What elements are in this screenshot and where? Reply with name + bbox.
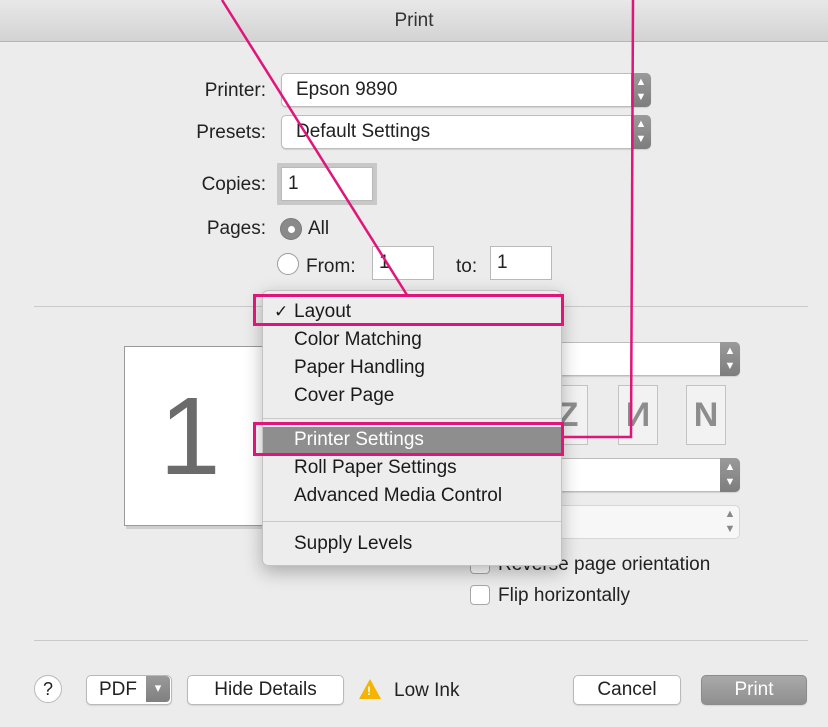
pages-all-label: All xyxy=(308,218,330,239)
printer-select[interactable]: Epson 9890 ▲ ▼ xyxy=(281,73,651,107)
pages-to-field[interactable]: 1 xyxy=(490,246,552,280)
menu-item-advanced-media-control[interactable]: Advanced Media Control xyxy=(263,483,561,509)
pages-from-radio[interactable] xyxy=(277,253,299,275)
menu-separator xyxy=(263,418,561,419)
print-button[interactable]: Print xyxy=(701,675,807,705)
help-button[interactable]: ? xyxy=(34,675,62,703)
updown-arrows-icon: ▲ ▼ xyxy=(631,115,651,149)
preview-page-number: 1 xyxy=(159,375,221,498)
presets-select[interactable]: Default Settings ▲ ▼ xyxy=(281,115,651,149)
layout-direction-s-icon[interactable]: И xyxy=(618,385,658,445)
pdf-label: PDF xyxy=(99,679,137,700)
menu-item-label: Cover Page xyxy=(294,385,395,406)
copies-field[interactable]: 1 xyxy=(281,167,373,201)
menu-item-label: Supply Levels xyxy=(294,533,413,554)
printer-settings-callout-box xyxy=(253,422,564,456)
pages-from-field[interactable]: 1 xyxy=(372,246,434,280)
pages-per-sheet-select[interactable]: ▲ ▼ xyxy=(540,342,740,376)
cancel-button[interactable]: Cancel xyxy=(573,675,681,705)
copies-label: Copies: xyxy=(201,174,266,195)
flip-horizontally-checkbox[interactable] xyxy=(470,585,490,605)
pages-label: Pages: xyxy=(206,218,266,239)
pages-from-label: From: xyxy=(306,256,356,277)
printer-label: Printer: xyxy=(204,80,266,101)
low-ink-label: Low Ink xyxy=(394,680,460,701)
window-title: Print xyxy=(0,0,828,42)
menu-item-label: Color Matching xyxy=(294,329,422,350)
pages-all-radio[interactable] xyxy=(280,218,302,240)
presets-value: Default Settings xyxy=(296,121,431,142)
updown-arrows-icon: ▲ ▼ xyxy=(720,458,740,492)
layout-callout-box xyxy=(253,294,564,326)
layout-direction-n-icon[interactable]: N xyxy=(686,385,726,445)
menu-item-cover-page[interactable]: Cover Page xyxy=(263,383,561,409)
menu-item-color-matching[interactable]: Color Matching xyxy=(263,327,561,353)
chevron-down-icon[interactable]: ▾ xyxy=(146,676,170,702)
menu-separator xyxy=(263,521,561,522)
border-select[interactable]: ▲ ▼ xyxy=(540,458,740,492)
flip-horizontally-label: Flip horizontally xyxy=(498,585,630,606)
menu-item-roll-paper-settings[interactable]: Roll Paper Settings xyxy=(263,455,561,481)
separator xyxy=(34,640,808,641)
pages-to-label: to: xyxy=(456,256,478,277)
menu-item-paper-handling[interactable]: Paper Handling xyxy=(263,355,561,381)
printer-value: Epson 9890 xyxy=(296,79,398,100)
presets-label: Presets: xyxy=(196,122,266,143)
menu-item-label: Roll Paper Settings xyxy=(294,457,457,478)
two-sided-select: ▲ ▼ xyxy=(540,505,740,539)
menu-item-label: Paper Handling xyxy=(294,357,425,378)
warning-icon: ! xyxy=(359,679,381,699)
updown-arrows-icon: ▲ ▼ xyxy=(724,508,736,535)
menu-item-label: Advanced Media Control xyxy=(294,485,503,506)
menu-item-supply-levels[interactable]: Supply Levels xyxy=(263,531,561,557)
updown-arrows-icon: ▲ ▼ xyxy=(631,73,651,107)
updown-arrows-icon: ▲ ▼ xyxy=(720,342,740,376)
hide-details-button[interactable]: Hide Details xyxy=(187,675,344,705)
